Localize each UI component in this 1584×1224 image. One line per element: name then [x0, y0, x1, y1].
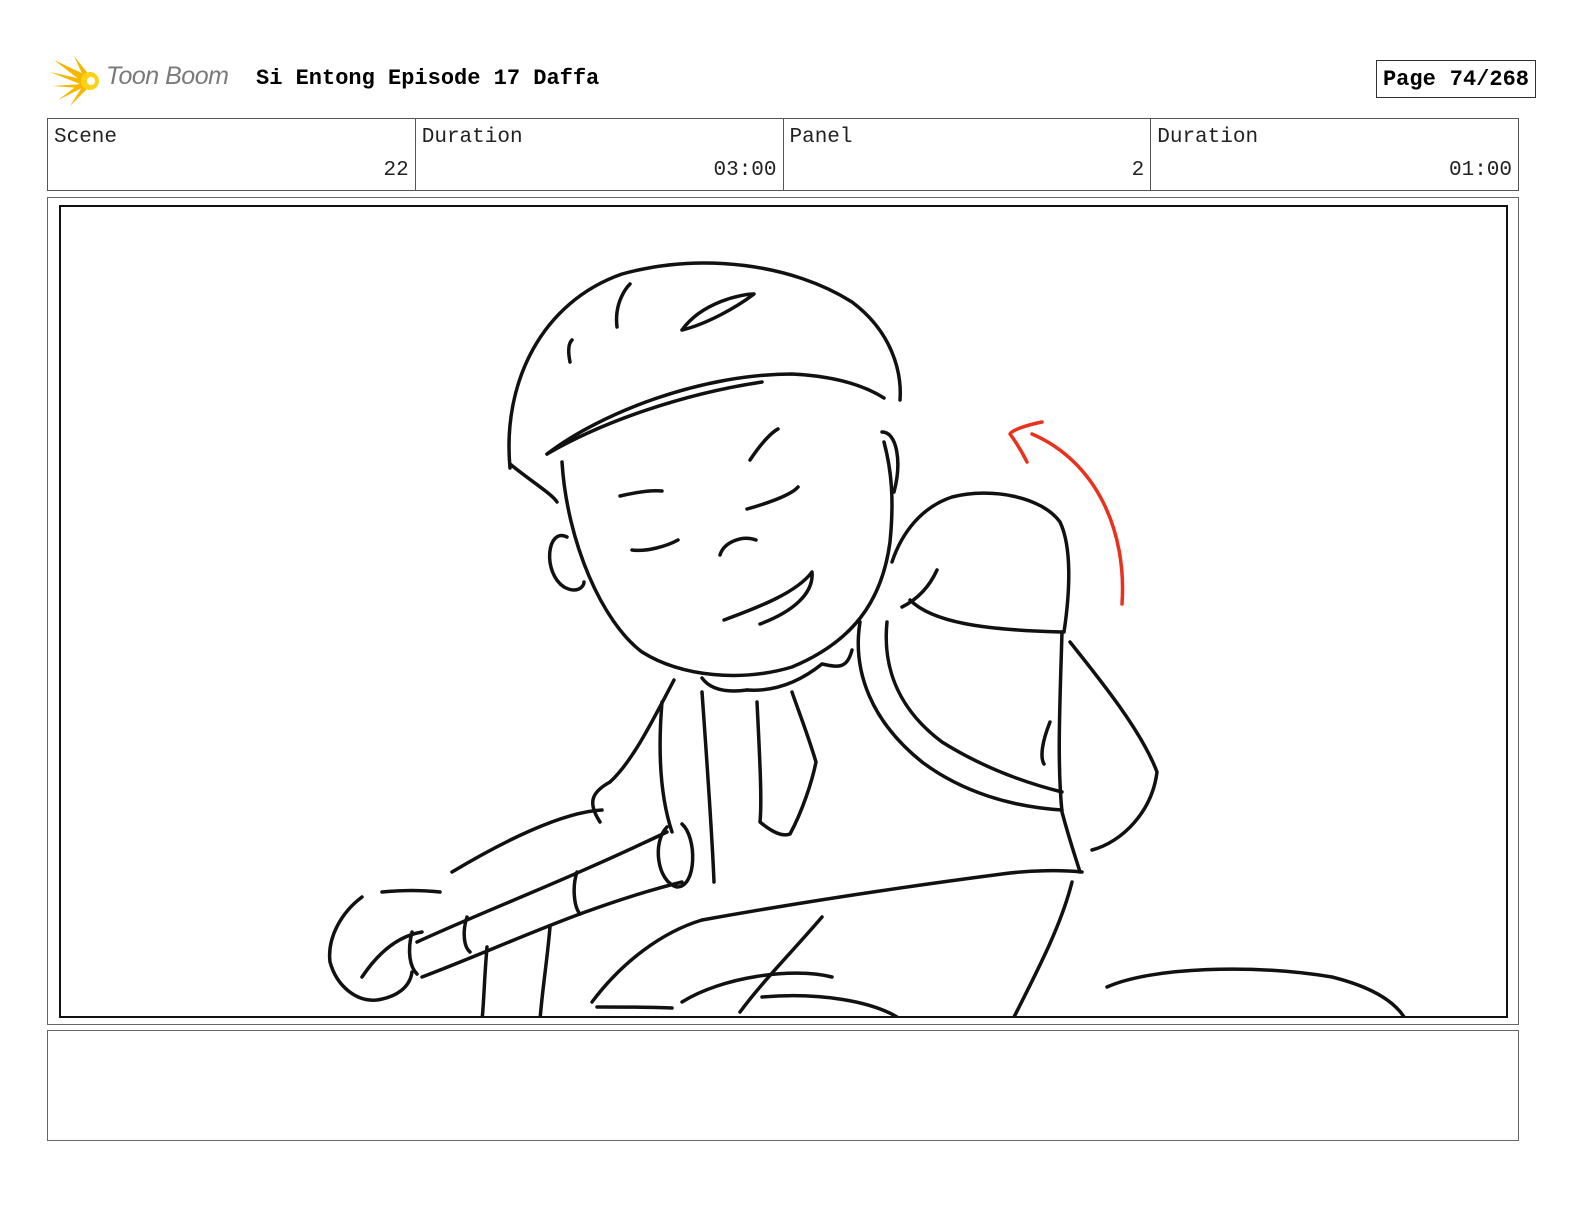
- helmet-outline: [507, 261, 902, 470]
- scene-cell: Scene 22: [48, 119, 416, 190]
- storyboard-sketch: [327, 261, 1406, 1016]
- tie: [755, 690, 818, 837]
- page-number: 74/268: [1449, 66, 1529, 92]
- scene-value: 22: [383, 159, 409, 182]
- page-label: Page: [1382, 66, 1436, 92]
- panel-duration-value: 01:00: [1448, 159, 1512, 182]
- page-indicator: Page 74/268: [1375, 60, 1536, 98]
- arm-behind: [1068, 640, 1159, 852]
- motion-arrow-icon: [1008, 420, 1125, 606]
- face-outline: [560, 440, 894, 678]
- scene-duration-cell: Duration 03:00: [416, 119, 784, 190]
- panel-notes-box: [47, 1030, 1519, 1141]
- panel-duration-label: Duration: [1157, 126, 1259, 149]
- panel-cell: Panel 2: [784, 119, 1152, 190]
- storyboard-header: Toon Boom Si Entong Episode 17 Daffa Pag…: [50, 52, 1536, 110]
- scene-duration-label: Duration: [421, 126, 523, 149]
- helmet-brim: [508, 462, 559, 504]
- scene-label: Scene: [54, 126, 118, 149]
- project-title: Si Entong Episode 17 Daffa: [256, 66, 600, 91]
- panel-value: 2: [1131, 159, 1145, 182]
- panel-label: Panel: [789, 126, 853, 149]
- mouth: [722, 570, 814, 626]
- scene-duration-value: 03:00: [713, 159, 777, 182]
- panel-image-frame: [59, 205, 1508, 1018]
- panel-duration-cell: Duration 01:00: [1151, 119, 1518, 190]
- logo-wordmark: Toon Boom: [106, 62, 229, 90]
- backpack: [890, 491, 1071, 634]
- hand: [327, 895, 414, 1002]
- handlebar: [415, 830, 669, 944]
- panel-info-row: Scene 22 Duration 03:00 Panel 2 Duration…: [47, 118, 1519, 191]
